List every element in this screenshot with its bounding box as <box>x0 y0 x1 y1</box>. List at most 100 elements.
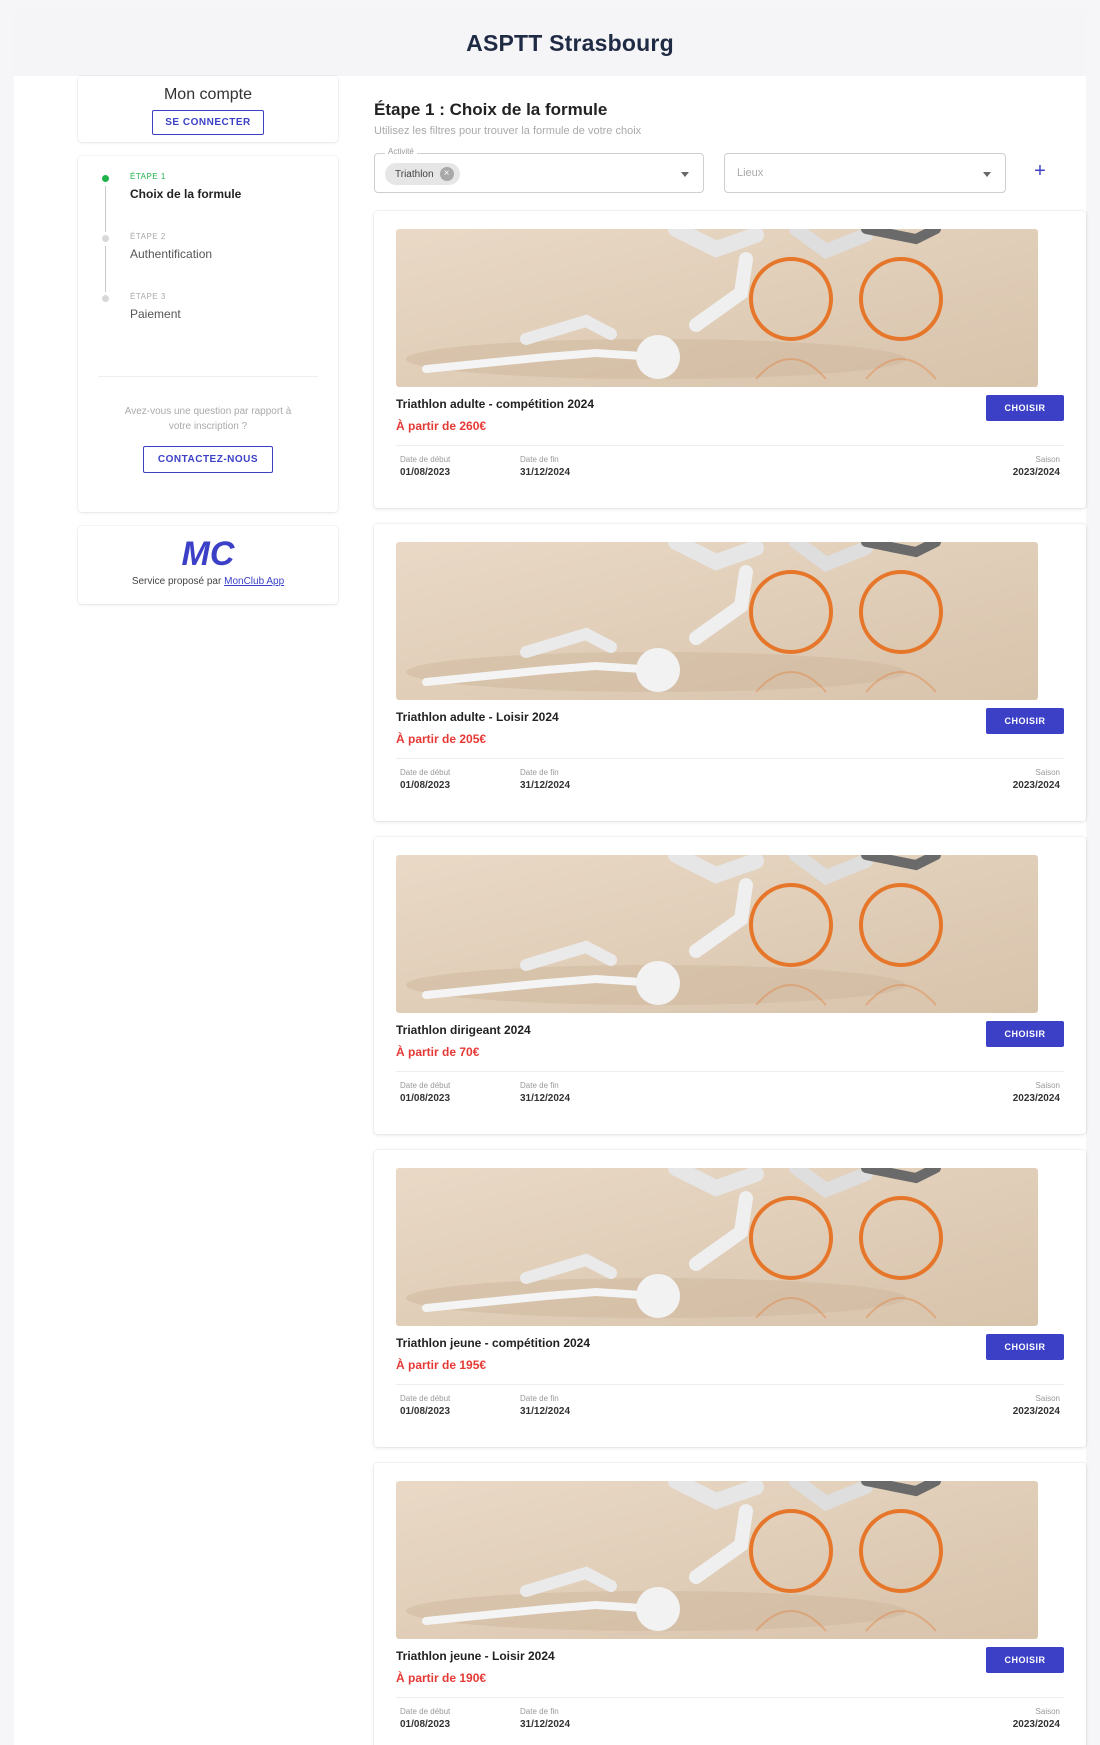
activity-select-label: Activité <box>385 147 417 156</box>
service-credit: Service proposé par MonClub App <box>132 576 284 587</box>
plus-icon[interactable]: + <box>1028 159 1052 183</box>
end-date: Date de fin 31/12/2024 <box>520 1081 570 1104</box>
triathlon-illustration <box>396 542 1038 700</box>
end-date-value: 31/12/2024 <box>520 1093 571 1104</box>
step-connector <box>105 246 106 292</box>
service-prefix: Service proposé par <box>131 576 222 587</box>
step-2: ÉTAPE 2 Authentification <box>102 232 318 292</box>
offer-price: À partir de 205€ <box>396 732 487 746</box>
end-date: Date de fin 31/12/2024 <box>520 1707 570 1730</box>
offer-card: Triathlon jeune - Loisir 2024 À partir d… <box>374 1463 1086 1745</box>
start-date: Date de début 01/08/2023 <box>400 1394 450 1417</box>
end-date-label: Date de fin <box>520 768 559 777</box>
steps-panel: ÉTAPE 1 Choix de la formule ÉTAPE 2 Auth… <box>78 156 338 512</box>
end-date-label: Date de fin <box>520 1707 559 1716</box>
offer-name: Triathlon jeune - compétition 2024 <box>396 1336 591 1350</box>
season: Saison 2023/2024 <box>1013 1081 1060 1104</box>
club-title: ASPTT Strasbourg <box>466 29 674 56</box>
end-date: Date de fin 31/12/2024 <box>520 1394 570 1417</box>
start-date-value: 01/08/2023 <box>400 1406 451 1417</box>
start-date-value: 01/08/2023 <box>400 467 451 478</box>
end-date-label: Date de fin <box>520 1081 559 1090</box>
divider <box>396 758 1064 759</box>
triathlon-illustration <box>396 1168 1038 1326</box>
chevron-down-icon[interactable] <box>681 172 689 177</box>
triathlon-image <box>396 229 1038 387</box>
login-button[interactable]: SE CONNECTER <box>152 110 264 135</box>
contact-button[interactable]: CONTACTEZ-NOUS <box>142 446 274 473</box>
triathlon-illustration <box>396 229 1038 387</box>
divider <box>396 1384 1064 1385</box>
page: ASPTT Strasbourg Mon compte SE CONNECTER… <box>14 10 1086 1745</box>
help-section: Avez-vous une question par rapport à vot… <box>78 404 338 473</box>
start-date: Date de début 01/08/2023 <box>400 1707 450 1730</box>
main-content: Étape 1 : Choix de la formule Utilisez l… <box>374 76 1086 1745</box>
offer-name: Triathlon dirigeant 2024 <box>396 1023 531 1037</box>
offer-name: Triathlon adulte - Loisir 2024 <box>396 710 559 724</box>
triathlon-image <box>396 542 1038 700</box>
step-dot <box>102 295 109 302</box>
offer-card: Triathlon dirigeant 2024 À partir de 70€… <box>374 837 1086 1134</box>
offer-price: À partir de 70€ <box>396 1045 480 1059</box>
page-subtitle: Utilisez les filtres pour trouver la for… <box>374 125 642 137</box>
offer-list: Triathlon adulte - compétition 2024 À pa… <box>374 211 1086 1745</box>
step-1: ÉTAPE 1 Choix de la formule <box>102 172 318 232</box>
offer-card: Triathlon adulte - Loisir 2024 À partir … <box>374 524 1086 821</box>
offer-price: À partir de 190€ <box>396 1671 487 1685</box>
page-title: Étape 1 : Choix de la formule <box>374 100 608 119</box>
season-value: 2023/2024 <box>1012 1093 1060 1104</box>
step-label: Authentification <box>130 247 213 261</box>
choose-button[interactable]: CHOISIR <box>986 1334 1064 1360</box>
season: Saison 2023/2024 <box>1013 455 1060 478</box>
choose-button[interactable]: CHOISIR <box>986 708 1064 734</box>
start-date-label: Date de début <box>400 1081 451 1090</box>
monclub-logo-text: MC <box>182 536 235 570</box>
step-label: Paiement <box>130 307 181 321</box>
start-date-label: Date de début <box>400 1394 451 1403</box>
chip-remove-icon[interactable]: × <box>439 167 454 181</box>
site-header: ASPTT Strasbourg <box>14 10 1086 76</box>
season-label: Saison <box>1035 1707 1060 1716</box>
offer-card: Triathlon jeune - compétition 2024 À par… <box>374 1150 1086 1447</box>
season-value: 2023/2024 <box>1012 780 1060 791</box>
start-date-value: 01/08/2023 <box>400 780 451 791</box>
offer-card: Triathlon adulte - compétition 2024 À pa… <box>374 211 1086 508</box>
triathlon-image <box>396 855 1038 1013</box>
choose-button[interactable]: CHOISIR <box>986 395 1064 421</box>
start-date-label: Date de début <box>400 455 451 464</box>
start-date: Date de début 01/08/2023 <box>400 1081 450 1104</box>
choose-button[interactable]: CHOISIR <box>986 1021 1064 1047</box>
step-kicker: ÉTAPE 2 <box>130 232 166 241</box>
divider <box>396 1071 1064 1072</box>
chevron-down-icon[interactable] <box>983 172 991 177</box>
offer-price: À partir de 260€ <box>396 419 487 433</box>
season-label: Saison <box>1035 455 1060 464</box>
end-date-value: 31/12/2024 <box>520 1719 571 1730</box>
step-label: Choix de la formule <box>130 187 242 201</box>
end-date: Date de fin 31/12/2024 <box>520 455 570 478</box>
start-date-label: Date de début <box>400 1707 451 1716</box>
divider <box>98 376 318 377</box>
offer-price: À partir de 195€ <box>396 1358 487 1372</box>
start-date-value: 01/08/2023 <box>400 1093 451 1104</box>
choose-button[interactable]: CHOISIR <box>986 1647 1064 1673</box>
triathlon-image <box>396 1168 1038 1326</box>
start-date: Date de début 01/08/2023 <box>400 455 450 478</box>
start-date: Date de début 01/08/2023 <box>400 768 450 791</box>
divider <box>396 1697 1064 1698</box>
season-value: 2023/2024 <box>1012 1719 1060 1730</box>
monclub-logo: MC <box>182 536 235 570</box>
end-date-label: Date de fin <box>520 455 559 464</box>
activity-select[interactable]: Activité Triathlon × <box>374 147 704 193</box>
monclub-link[interactable]: MonClub App <box>224 576 284 587</box>
account-title: Mon compte <box>163 86 253 103</box>
start-date-label: Date de début <box>400 768 451 777</box>
triathlon-image <box>396 1481 1038 1639</box>
activity-chip: Triathlon × <box>385 163 460 185</box>
place-select[interactable]: Lieux <box>724 153 1006 193</box>
step-3: ÉTAPE 3 Paiement <box>102 292 318 352</box>
step-active-dot <box>102 175 109 182</box>
triathlon-illustration <box>396 1481 1038 1639</box>
end-date-label: Date de fin <box>520 1394 559 1403</box>
step-dot <box>102 235 109 242</box>
